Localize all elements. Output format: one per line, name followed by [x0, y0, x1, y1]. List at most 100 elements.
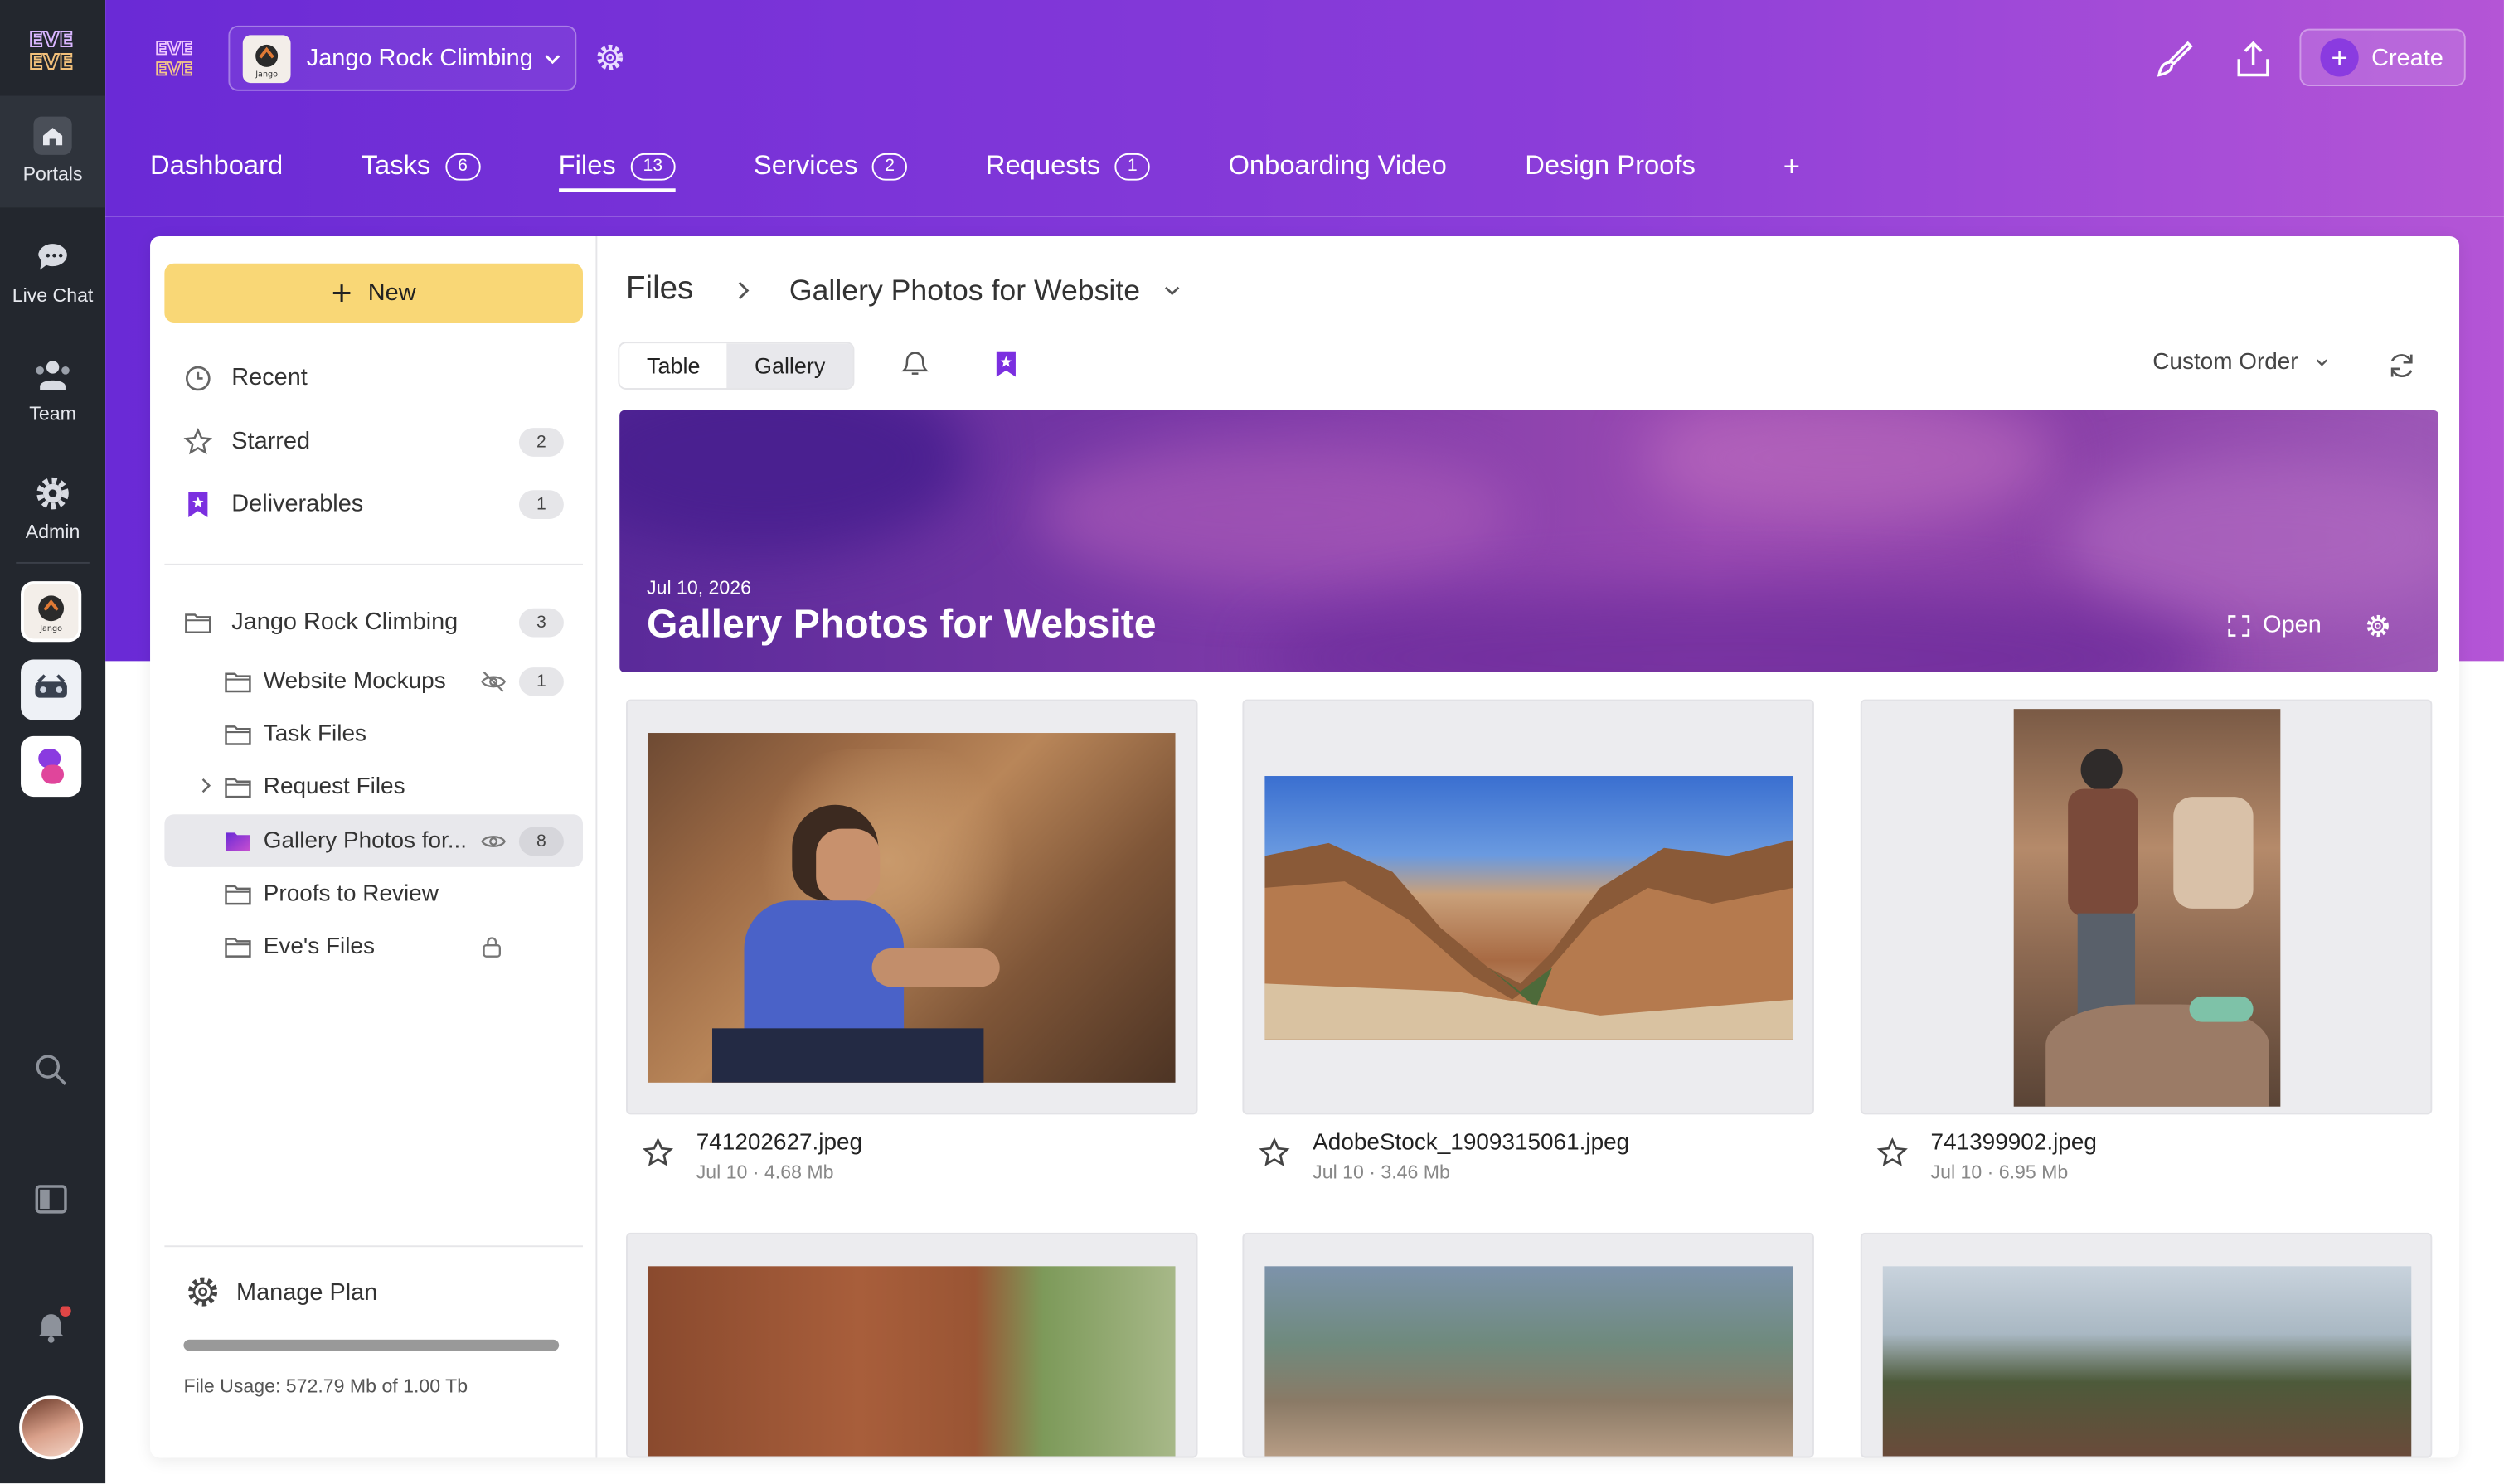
file-tile[interactable]	[1242, 699, 1814, 1115]
chevron-right-icon[interactable]	[198, 778, 214, 793]
rail-item-admin[interactable]: Admin	[0, 473, 105, 543]
breadcrumb: Files Gallery Photos for Website	[626, 271, 1182, 308]
photo-thumbnail	[2013, 709, 2281, 1107]
rail-item-portals[interactable]: Portals	[0, 115, 105, 186]
app-logo-icon[interactable]: EVE EVE	[26, 22, 77, 74]
photo-thumbnail	[1264, 1266, 1793, 1457]
file-tile[interactable]	[1242, 1232, 1814, 1458]
folder-website-mockups[interactable]: Website Mockups 1	[164, 655, 583, 708]
sidebar-toggle-icon[interactable]	[33, 1181, 68, 1216]
banner-date: Jul 10, 2026	[647, 576, 751, 599]
folder-label: Jango Rock Climbing	[231, 608, 459, 636]
gear-icon	[188, 1277, 218, 1307]
banner-open-button[interactable]: Open	[2228, 612, 2322, 638]
rail-label: Portals	[22, 162, 83, 186]
rail-item-live-chat[interactable]: Live Chat	[0, 236, 105, 307]
chevron-down-icon[interactable]	[1162, 280, 1182, 299]
workspace-settings-icon[interactable]	[594, 41, 626, 74]
file-name[interactable]: 741399902.jpeg	[1931, 1131, 2097, 1157]
folder-gallery-photos[interactable]: Gallery Photos for... 8	[164, 814, 583, 867]
sidebar-item-label: Recent	[231, 364, 308, 391]
star-icon[interactable]	[1876, 1137, 1909, 1169]
folder-label: Website Mockups	[263, 668, 446, 694]
folder-request-files[interactable]: Request Files	[164, 760, 583, 813]
user-avatar[interactable]	[19, 1395, 84, 1460]
banner-settings-icon[interactable]	[2365, 613, 2390, 639]
svg-text:EVE: EVE	[29, 50, 74, 74]
count-badge: 1	[518, 667, 564, 696]
refresh-icon[interactable]	[2385, 350, 2418, 382]
create-button[interactable]: + Create	[2299, 28, 2466, 87]
folder-label: Gallery Photos for...	[263, 827, 468, 854]
folder-jango-rock-climbing[interactable]: Jango Rock Climbing 3	[164, 595, 583, 648]
deliverable-bookmark-icon[interactable]	[990, 348, 1022, 381]
sort-dropdown[interactable]: Custom Order	[2152, 350, 2330, 376]
tab-files[interactable]: Files 13	[558, 140, 676, 192]
folder-filled-icon	[226, 832, 250, 851]
breadcrumb-current[interactable]: Gallery Photos for Website	[789, 272, 1140, 307]
manage-plan-button[interactable]: Manage Plan	[185, 1274, 377, 1309]
svg-text:EVE: EVE	[29, 27, 74, 51]
search-icon[interactable]	[33, 1052, 68, 1087]
folder-icon	[225, 777, 251, 798]
tab-dashboard[interactable]: Dashboard	[150, 140, 283, 192]
create-label: Create	[2371, 43, 2443, 71]
hidden-eye-icon	[481, 671, 506, 691]
add-tab-button[interactable]: +	[1783, 140, 1800, 192]
breadcrumb-root[interactable]: Files	[626, 271, 693, 308]
tab-label: Design Proofs	[1525, 150, 1696, 181]
count-badge: 8	[518, 826, 564, 856]
star-icon[interactable]	[642, 1137, 674, 1169]
folder-label: Request Files	[263, 774, 405, 799]
jango-logo-icon: Jango	[255, 43, 278, 77]
tab-onboarding-video[interactable]: Onboarding Video	[1228, 140, 1446, 192]
tab-design-proofs[interactable]: Design Proofs	[1525, 140, 1696, 192]
tab-label: Requests	[985, 150, 1101, 181]
folder-icon	[225, 884, 251, 904]
filter-bell-icon[interactable]	[899, 348, 931, 381]
sidebar-item-deliverables[interactable]: Deliverables 1	[164, 478, 583, 531]
tab-requests[interactable]: Requests 1	[985, 140, 1151, 192]
tab-tasks[interactable]: Tasks 6	[362, 140, 481, 192]
share-upload-icon[interactable]	[2233, 38, 2274, 80]
plus-icon: +	[2320, 38, 2359, 77]
new-button[interactable]: + New	[164, 263, 583, 323]
folder-task-files[interactable]: Task Files	[164, 707, 583, 760]
climber-harness	[711, 1028, 984, 1083]
workspace-selector[interactable]: Jango Jango Rock Climbing	[228, 25, 577, 91]
portal-third[interactable]	[21, 735, 82, 798]
chevron-right-icon	[739, 280, 750, 299]
file-tile[interactable]	[1860, 1232, 2433, 1458]
folder-label: Eve's Files	[263, 933, 375, 959]
portal-second[interactable]	[21, 659, 82, 720]
brand-logo-icon[interactable]: EVE EVE	[152, 35, 197, 80]
star-icon[interactable]	[1259, 1137, 1291, 1169]
folder-icon	[225, 725, 251, 744]
sort-label: Custom Order	[2152, 349, 2298, 376]
count-badge: 1	[518, 489, 564, 518]
file-tile[interactable]	[625, 1232, 1198, 1458]
visible-eye-icon	[481, 835, 506, 846]
notification-bell-icon[interactable]	[33, 1306, 71, 1344]
folder-eves-files[interactable]: Eve's Files	[164, 919, 583, 972]
folder-proofs-to-review[interactable]: Proofs to Review	[164, 867, 583, 920]
file-usage-fill	[183, 1339, 560, 1351]
portal-jango[interactable]: Jango	[21, 581, 82, 643]
file-name[interactable]: AdobeStock_1909315061.jpeg	[1313, 1131, 1629, 1157]
sidebar-item-recent[interactable]: Recent	[164, 352, 583, 405]
header-divider	[105, 216, 2504, 217]
crash-pad	[2189, 996, 2254, 1022]
files-sidebar: + New Recent Starred 2 Deliverables 1 Ja…	[150, 236, 598, 1458]
file-tile[interactable]	[625, 699, 1198, 1115]
view-table-button[interactable]: Table	[619, 343, 727, 388]
sidebar-divider	[164, 563, 583, 565]
tab-services[interactable]: Services 2	[754, 140, 908, 192]
brush-icon[interactable]	[2152, 38, 2194, 80]
rail-item-team[interactable]: Team	[0, 355, 105, 424]
view-gallery-button[interactable]: Gallery	[727, 343, 853, 389]
file-meta: 741202627.jpeg Jul 10 · 4.68 Mb	[626, 1131, 862, 1183]
file-name[interactable]: 741202627.jpeg	[696, 1131, 862, 1157]
sidebar-item-starred[interactable]: Starred 2	[164, 415, 583, 468]
climber-background-person	[2173, 797, 2254, 909]
file-tile[interactable]	[1860, 699, 2433, 1115]
